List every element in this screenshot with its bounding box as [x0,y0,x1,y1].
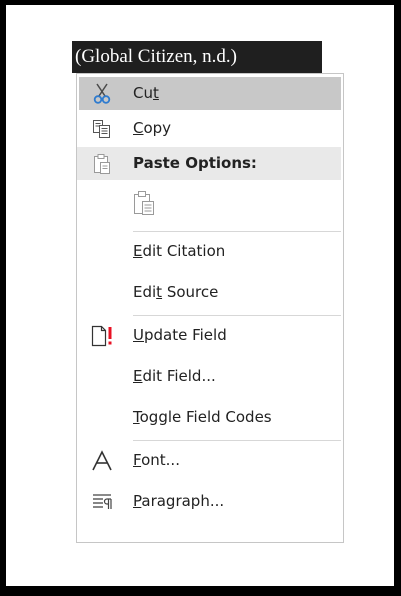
paragraph-icon [77,484,127,519]
menu-item-font[interactable]: Font... [77,443,343,478]
menu-item-update-field[interactable]: Update Field [77,318,343,353]
menu-item-label: Cut [133,84,159,102]
menu-item-paragraph[interactable]: Paragraph... [77,484,343,519]
menu-item-toggle-field-codes[interactable]: Toggle Field Codes [77,400,343,435]
menu-item-edit-source[interactable]: Edit Source [77,275,343,310]
menu-separator [133,440,341,441]
menu-item-label: Update Field [133,326,227,344]
menu-item-label: Paragraph... [133,492,225,510]
update-field-icon [77,318,127,353]
citation-text: (Global Citizen, n.d.) [75,46,237,67]
menu-separator [133,315,341,316]
paste-options-header: Paste Options: [77,146,343,181]
copy-icon [77,111,127,146]
menu-item-label: Edit Citation [133,242,226,260]
scissors-icon [77,76,127,111]
menu-item-copy[interactable]: Copy [77,111,343,146]
paste-keep-text-icon[interactable] [131,189,157,217]
paste-options-row [77,181,343,225]
paste-options-label: Paste Options: [133,154,257,172]
menu-item-label: Toggle Field Codes [133,408,272,426]
paste-icon [77,146,127,181]
menu-item-cut[interactable]: Cut [77,76,343,111]
menu-item-label: Edit Source [133,283,219,301]
menu-item-edit-citation[interactable]: Edit Citation [77,234,343,269]
menu-separator [133,231,341,232]
menu-item-label: Edit Field... [133,367,216,385]
menu-item-label: Copy [133,119,172,137]
menu-item-label: Font... [133,451,180,469]
citation-field[interactable]: (Global Citizen, n.d.) [72,41,322,73]
context-menu: Cut Copy Paste Options: Edit Citation Ed… [76,73,344,543]
font-icon [77,443,127,478]
menu-item-edit-field[interactable]: Edit Field... [77,359,343,394]
